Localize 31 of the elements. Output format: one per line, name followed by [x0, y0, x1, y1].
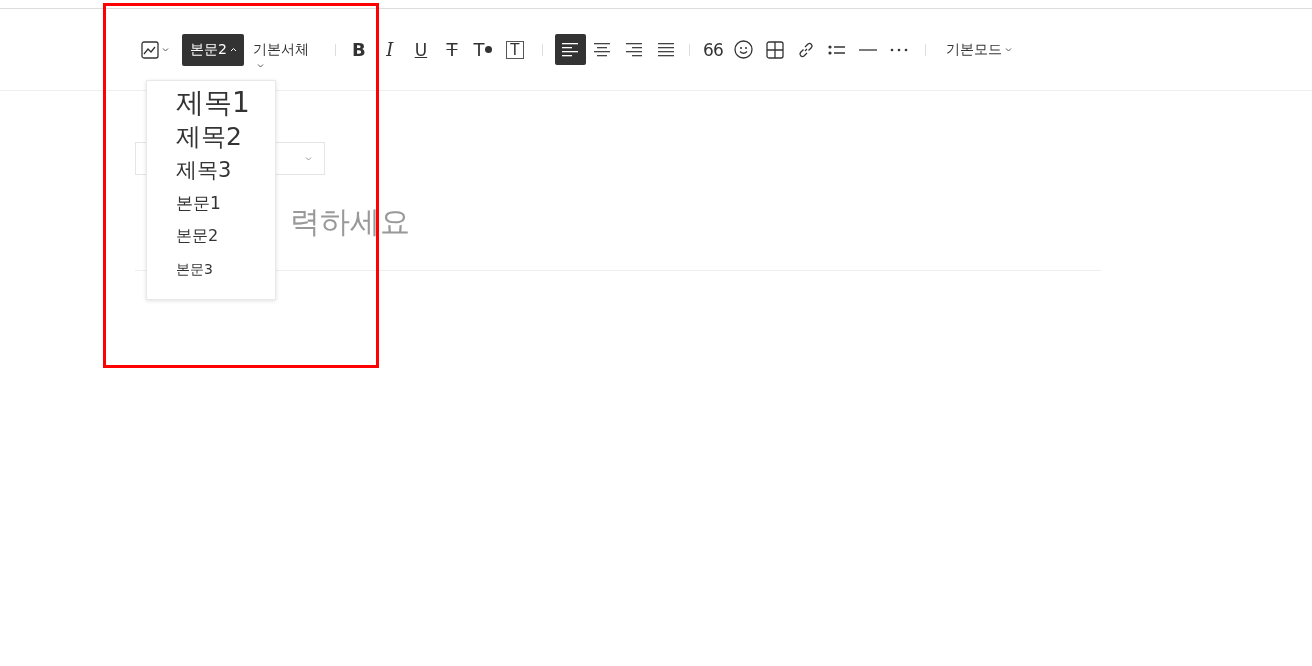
menu-item[interactable]: 본문3	[176, 253, 275, 287]
text-background-button[interactable]: T	[505, 40, 524, 59]
menu-item[interactable]: 본문1	[176, 186, 275, 220]
align-justify-icon	[657, 40, 676, 59]
align-left-button[interactable]	[554, 34, 586, 65]
horizontal-line-icon	[858, 47, 877, 52]
text-style-dropdown[interactable]: 본문2	[182, 33, 244, 66]
align-left-icon	[561, 40, 580, 59]
menu-item[interactable]: 본문2	[176, 220, 275, 254]
bold-button[interactable]: B	[347, 34, 370, 65]
quote-button[interactable]: 66	[701, 34, 724, 65]
mode-dropdown[interactable]: 기본모드	[945, 40, 1012, 59]
chevron-icon	[162, 46, 169, 53]
chevron-icon	[256, 62, 264, 69]
align-center-icon	[593, 40, 612, 59]
font-dropdown[interactable]: 기본서체	[252, 26, 309, 73]
italic-button[interactable]: I	[378, 34, 401, 65]
align-right-icon	[625, 40, 644, 59]
more-icon	[889, 47, 908, 52]
table-icon	[765, 40, 784, 59]
link-icon	[796, 40, 815, 59]
strikethrough-button[interactable]: T	[440, 34, 463, 65]
menu-item[interactable]: 제목2	[176, 119, 275, 153]
image-icon	[141, 40, 159, 59]
smiley-icon	[734, 40, 754, 59]
dot-icon	[485, 46, 493, 53]
text-color-button[interactable]: T	[471, 34, 494, 65]
menu-item[interactable]: 제목1	[176, 86, 275, 120]
menu-item[interactable]: 제목3	[176, 153, 275, 187]
chevron-icon	[1004, 46, 1012, 53]
underline-button[interactable]: U	[409, 34, 432, 65]
